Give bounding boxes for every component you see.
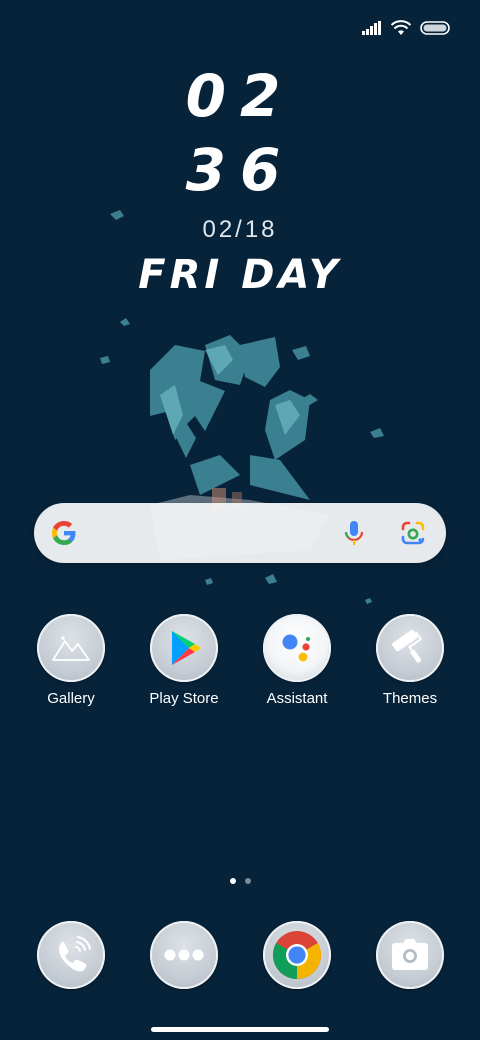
app-label: Play Store xyxy=(149,690,219,707)
gallery-icon xyxy=(37,614,105,682)
home-indicator[interactable] xyxy=(151,1027,329,1032)
phone-icon xyxy=(37,921,105,989)
dock-camera[interactable] xyxy=(355,921,465,989)
dock-more-apps[interactable] xyxy=(129,921,239,989)
page-dot-active[interactable] xyxy=(229,878,236,884)
app-play-store[interactable]: Play Store xyxy=(129,614,239,707)
battery-icon xyxy=(420,21,450,35)
dock-phone[interactable] xyxy=(16,921,126,989)
page-dot[interactable] xyxy=(244,878,251,884)
chrome-icon xyxy=(263,921,331,989)
status-bar xyxy=(362,16,450,40)
dock-chrome[interactable] xyxy=(242,921,352,989)
clock-minutes[interactable]: 36 xyxy=(0,138,480,202)
wifi-icon xyxy=(391,20,411,35)
app-label: Themes xyxy=(382,690,438,707)
google-logo-icon xyxy=(52,521,76,545)
google-search-bar[interactable] xyxy=(34,503,446,563)
google-lens-icon[interactable] xyxy=(400,520,426,546)
app-label: Assistant xyxy=(266,690,328,707)
microphone-icon[interactable] xyxy=(342,519,366,547)
more-apps-icon xyxy=(150,921,218,989)
camera-icon xyxy=(376,921,444,989)
app-themes[interactable]: Themes xyxy=(355,614,465,707)
clock-hours[interactable]: 02 xyxy=(0,64,480,128)
signal-icon xyxy=(362,21,381,35)
themes-icon xyxy=(376,614,444,682)
clock-weekday: FRI DAY xyxy=(138,252,342,298)
app-assistant[interactable]: Assistant xyxy=(242,614,352,707)
page-indicator xyxy=(0,878,480,884)
play-store-icon xyxy=(150,614,218,682)
app-label: Gallery xyxy=(47,690,95,707)
app-gallery[interactable]: Gallery xyxy=(16,614,126,707)
assistant-icon xyxy=(263,614,331,682)
clock-date: 02/18 xyxy=(202,216,278,243)
